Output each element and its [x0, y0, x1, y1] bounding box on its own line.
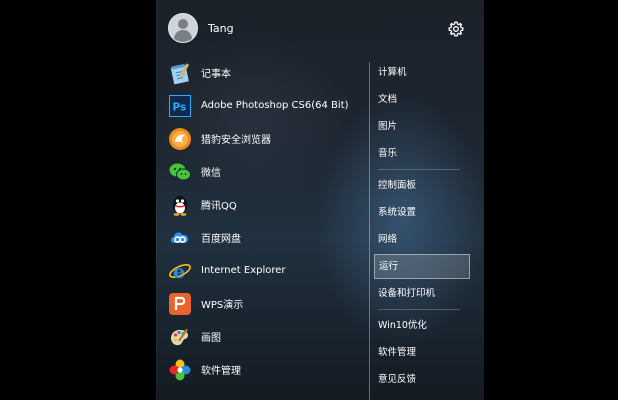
- app-photoshop[interactable]: Ps Adobe Photoshop CS6(64 Bit): [168, 89, 358, 122]
- wechat-icon: [168, 160, 192, 184]
- place-computer[interactable]: 计算机: [374, 59, 470, 86]
- place-documents[interactable]: 文档: [374, 86, 470, 113]
- place-network[interactable]: 网络: [374, 226, 470, 253]
- internet-explorer-icon: e: [168, 259, 192, 283]
- place-run[interactable]: 运行: [374, 254, 470, 279]
- place-pictures[interactable]: 图片: [374, 113, 470, 140]
- separator: [378, 309, 460, 310]
- app-label: 画图: [201, 333, 221, 344]
- start-menu: Tang 记事本 Ps Adobe Photoshop CS6(64 Bit) …: [156, 0, 484, 400]
- places-list: 计算机 文档 图片 音乐 控制面板 系统设置 网络 运行 设备和打印机 Win1…: [374, 59, 470, 393]
- separator: [378, 169, 460, 170]
- qq-icon: [168, 193, 192, 217]
- app-label: WPS演示: [201, 300, 244, 311]
- user-avatar-icon: [168, 13, 198, 43]
- wps-presentation-icon: [168, 292, 192, 316]
- app-label: 记事本: [201, 69, 231, 80]
- baidu-netdisk-icon: [168, 226, 192, 250]
- app-qq[interactable]: 腾讯QQ: [168, 188, 358, 221]
- app-label: 猎豹安全浏览器: [201, 135, 271, 146]
- place-devices-printers[interactable]: 设备和打印机: [374, 280, 470, 307]
- app-wps-presentation[interactable]: WPS演示: [168, 287, 358, 320]
- app-label: 腾讯QQ: [201, 201, 237, 212]
- user-name: Tang: [208, 21, 234, 35]
- liebao-browser-icon: [168, 127, 192, 151]
- gear-icon[interactable]: [448, 21, 464, 37]
- notepad-icon: [168, 61, 192, 85]
- software-manager-icon: [168, 358, 192, 382]
- place-control-panel[interactable]: 控制面板: [374, 172, 470, 199]
- paint-icon: [168, 325, 192, 349]
- app-baidu-netdisk[interactable]: 百度网盘: [168, 221, 358, 254]
- app-label: 软件管理: [201, 366, 241, 377]
- app-software-manager[interactable]: 软件管理: [168, 353, 358, 386]
- photoshop-icon: Ps: [168, 94, 192, 118]
- svg-text:Ps: Ps: [173, 101, 187, 113]
- app-liebao-browser[interactable]: 猎豹安全浏览器: [168, 122, 358, 155]
- app-label: Internet Explorer: [201, 265, 286, 276]
- app-notepad[interactable]: 记事本: [168, 56, 358, 89]
- place-system-settings[interactable]: 系统设置: [374, 199, 470, 226]
- app-internet-explorer[interactable]: e Internet Explorer: [168, 254, 358, 287]
- place-feedback[interactable]: 意见反馈: [374, 366, 470, 393]
- svg-text:e: e: [173, 261, 185, 283]
- app-label: 微信: [201, 168, 221, 179]
- place-software-manager[interactable]: 软件管理: [374, 339, 470, 366]
- place-win10-optimize[interactable]: Win10优化: [374, 312, 470, 339]
- user-account[interactable]: Tang: [168, 13, 234, 43]
- place-music[interactable]: 音乐: [374, 140, 470, 167]
- column-divider: [369, 62, 370, 400]
- desktop-background: Tang 记事本 Ps Adobe Photoshop CS6(64 Bit) …: [0, 0, 618, 400]
- app-label: 百度网盘: [201, 234, 241, 245]
- app-label: Adobe Photoshop CS6(64 Bit): [201, 100, 349, 111]
- app-paint[interactable]: 画图: [168, 320, 358, 353]
- app-list: 记事本 Ps Adobe Photoshop CS6(64 Bit) 猎豹安全浏…: [168, 56, 358, 386]
- app-wechat[interactable]: 微信: [168, 155, 358, 188]
